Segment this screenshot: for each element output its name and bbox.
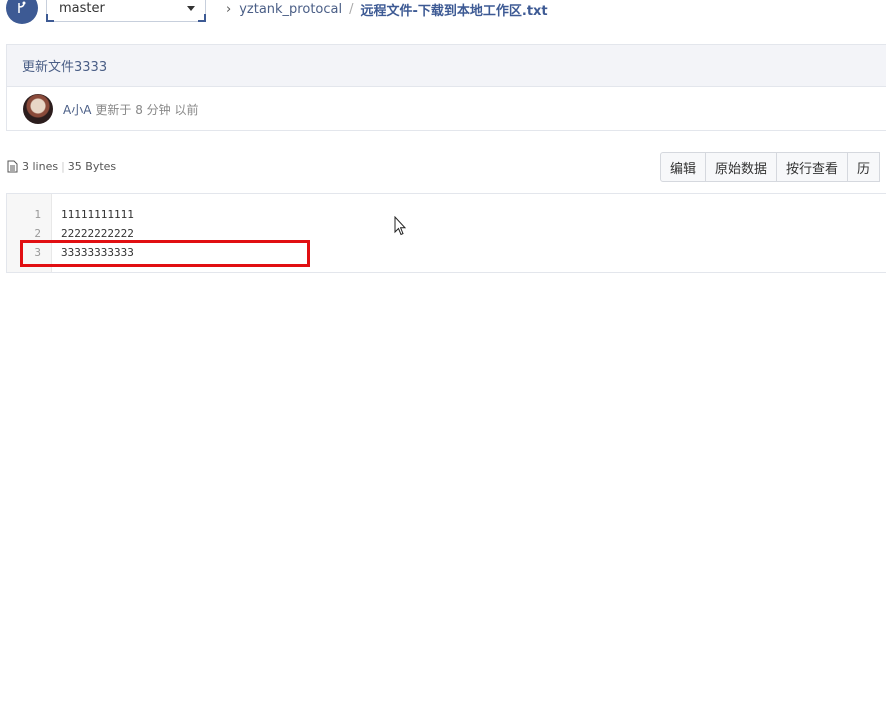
annotation-highlight-box xyxy=(20,240,310,267)
chevron-right-icon: › xyxy=(226,1,232,17)
file-actions: 编辑 原始数据 按行查看 历 xyxy=(660,152,881,182)
commit-updated-time: 更新于 8 分钟 以前 xyxy=(95,102,199,117)
breadcrumb: › yztank_protocal / 远程文件-下载到本地工作区.txt xyxy=(226,0,548,19)
top-bar: master › yztank_protocal / 远程文件-下载到本地工作区… xyxy=(0,0,886,30)
breadcrumb-file-name: 远程文件-下载到本地工作区.txt xyxy=(360,3,548,19)
line-content: 11111111111 xyxy=(61,208,134,221)
line-count: 3 lines xyxy=(22,160,59,173)
latest-commit-panel: 更新文件3333 A小A 更新于 8 分钟 以前 xyxy=(6,44,886,131)
commit-message-link[interactable]: 更新文件3333 xyxy=(22,56,107,75)
file-size: 35 Bytes xyxy=(67,160,117,173)
commit-meta: A小A 更新于 8 分钟 以前 xyxy=(7,87,886,131)
edit-button[interactable]: 编辑 xyxy=(660,152,707,182)
branch-label: master xyxy=(59,1,105,16)
focus-corner-right xyxy=(198,14,206,22)
blame-button[interactable]: 按行查看 xyxy=(776,152,849,182)
file-info: 3 lines | 35 Bytes xyxy=(7,160,116,173)
info-divider: | xyxy=(61,160,65,173)
raw-button[interactable]: 原始数据 xyxy=(705,152,778,182)
code-line: 1 11111111111 xyxy=(7,205,886,224)
breadcrumb-repo-link[interactable]: yztank_protocal xyxy=(239,2,342,17)
avatar[interactable] xyxy=(23,94,53,124)
file-icon xyxy=(7,160,18,173)
caret-down-icon xyxy=(187,6,195,11)
focus-corner-left xyxy=(46,14,54,22)
commit-author-link[interactable]: A小A xyxy=(63,101,91,118)
commit-header: 更新文件3333 xyxy=(7,45,886,87)
breadcrumb-separator: / xyxy=(349,1,354,17)
line-number[interactable]: 1 xyxy=(7,205,41,224)
mouse-pointer-icon xyxy=(394,215,407,240)
branch-select[interactable]: master xyxy=(46,0,206,22)
repo-logo-icon[interactable] xyxy=(6,0,38,24)
history-button[interactable]: 历 xyxy=(847,152,881,182)
